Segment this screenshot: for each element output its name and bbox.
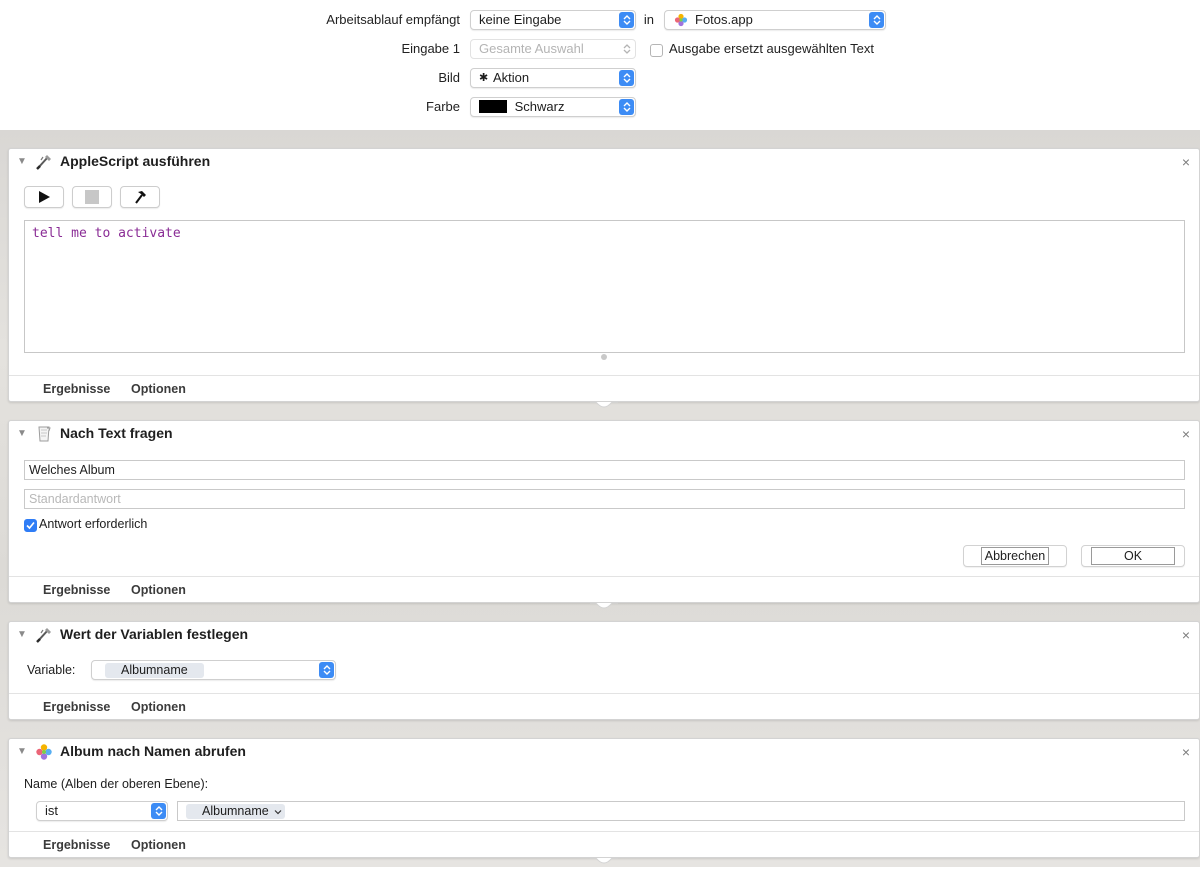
action-set-variable[interactable]: ▼ Wert der Variablen festlegen × Variabl… [8,621,1200,720]
stop-icon [85,190,99,204]
up-down-arrows-icon [619,99,634,115]
variable-popup[interactable]: Albumname [91,660,336,680]
resize-handle[interactable] [601,354,607,360]
action-footer: Ergebnisse Optionen [9,831,1199,857]
action-connector [590,858,618,864]
up-down-arrows-icon [151,803,166,819]
disclosure-triangle-icon[interactable]: ▼ [17,629,27,640]
image-label: Bild [438,70,460,85]
up-down-arrows-icon [619,41,634,57]
ok-button-preview[interactable]: OK [1081,545,1185,567]
cancel-button-label: Abbrechen [980,547,1050,565]
results-tab[interactable]: Ergebnisse [43,700,110,714]
album-name-token-label: Albumname [202,804,269,818]
action-header: ▼ AppleScript ausführen × [9,149,1199,175]
application-popup[interactable]: Fotos.app [664,10,886,30]
close-icon[interactable]: × [1182,154,1190,170]
input-popup: Gesamte Auswahl [470,39,636,59]
workflow-receives-label: Arbeitsablauf empfängt [326,12,460,27]
album-name-token[interactable]: Albumname [186,804,286,819]
in-label: in [643,12,654,27]
action-connector [590,603,618,609]
options-tab[interactable]: Optionen [131,382,186,396]
options-tab[interactable]: Optionen [131,838,186,852]
up-down-arrows-icon [319,662,334,678]
variable-token: Albumname [105,663,204,678]
cancel-button-preview[interactable]: Abbrechen [963,545,1067,567]
action-get-album-by-name[interactable]: ▼ Album nach Namen abrufen × Name (Alben… [8,738,1200,858]
action-applescript[interactable]: ▼ AppleScript ausführen × tell me to act… [8,148,1200,402]
application-value: Fotos.app [695,12,753,27]
up-down-arrows-icon [619,70,634,86]
photos-app-icon [35,743,53,761]
results-tab[interactable]: Ergebnisse [43,382,110,396]
action-connector [590,402,618,408]
workflow-area: ▼ AppleScript ausführen × tell me to act… [0,130,1200,867]
replace-text-label: Ausgabe ersetzt ausgewählten Text [669,41,875,56]
photos-app-icon [674,13,688,29]
stop-button[interactable] [72,186,112,208]
replace-text-checkbox[interactable] [650,42,663,58]
variable-label: Variable: [27,663,76,677]
color-popup[interactable]: Schwarz [470,97,636,117]
operator-popup[interactable]: ist [36,801,168,821]
operator-value: ist [45,803,58,818]
action-header: ▼ Wert der Variablen festlegen × [9,622,1199,648]
action-header: ▼ Album nach Namen abrufen × [9,739,1199,765]
script-quill-icon [35,626,53,644]
album-name-field[interactable]: Albumname [177,801,1185,821]
close-icon[interactable]: × [1182,426,1190,442]
input-label: Eingabe 1 [401,41,460,56]
action-title: Album nach Namen abrufen [60,743,246,759]
run-button[interactable] [24,186,64,208]
action-footer: Ergebnisse Optionen [9,693,1199,719]
action-title: Wert der Variablen festlegen [60,626,249,642]
close-icon[interactable]: × [1182,627,1190,643]
disclosure-triangle-icon[interactable]: ▼ [17,746,27,757]
color-label: Farbe [426,99,460,114]
options-tab[interactable]: Optionen [131,583,186,597]
action-title: AppleScript ausführen [60,153,211,169]
script-quill-icon [35,153,53,171]
action-ask-for-text[interactable]: ▼ Nach Text fragen × Welches Album Stand… [8,420,1200,603]
input-value: Gesamte Auswahl [479,41,584,56]
hammer-icon [135,191,146,204]
image-value: Aktion [493,70,530,85]
disclosure-triangle-icon[interactable]: ▼ [17,428,27,439]
results-tab[interactable]: Ergebnisse [43,583,110,597]
close-icon[interactable]: × [1182,744,1190,760]
answer-required-label: Antwort erforderlich [39,517,148,531]
image-popup[interactable]: ✱ Aktion [470,68,636,88]
options-tab[interactable]: Optionen [131,700,186,714]
workflow-settings-header: Arbeitsablauf empfängt keine Eingabe in … [0,0,1200,130]
text-document-icon [35,425,53,443]
gear-icon: ✱ [479,72,489,84]
action-footer: Ergebnisse Optionen [9,375,1199,401]
ok-button-label: OK [1090,547,1176,565]
disclosure-triangle-icon[interactable]: ▼ [17,156,27,167]
action-header: ▼ Nach Text fragen × [9,421,1199,447]
color-swatch [479,100,507,114]
answer-required-checkbox[interactable] [24,517,37,533]
album-name-label: Name (Alben der oberen Ebene): [24,777,209,791]
results-tab[interactable]: Ergebnisse [43,838,110,852]
color-value: Schwarz [514,99,565,114]
play-icon [39,191,50,203]
action-footer: Ergebnisse Optionen [9,576,1199,602]
workflow-receives-popup[interactable]: keine Eingabe [470,10,636,30]
action-title: Nach Text fragen [60,425,173,441]
compile-button[interactable] [120,186,160,208]
default-answer-field[interactable]: Standardantwort [24,489,1185,509]
chevron-down-icon [274,810,282,815]
workflow-receives-value: keine Eingabe [479,12,562,27]
question-field[interactable]: Welches Album [24,460,1185,480]
up-down-arrows-icon [619,12,634,28]
up-down-arrows-icon [869,12,884,28]
script-editor[interactable]: tell me to activate [24,220,1185,353]
